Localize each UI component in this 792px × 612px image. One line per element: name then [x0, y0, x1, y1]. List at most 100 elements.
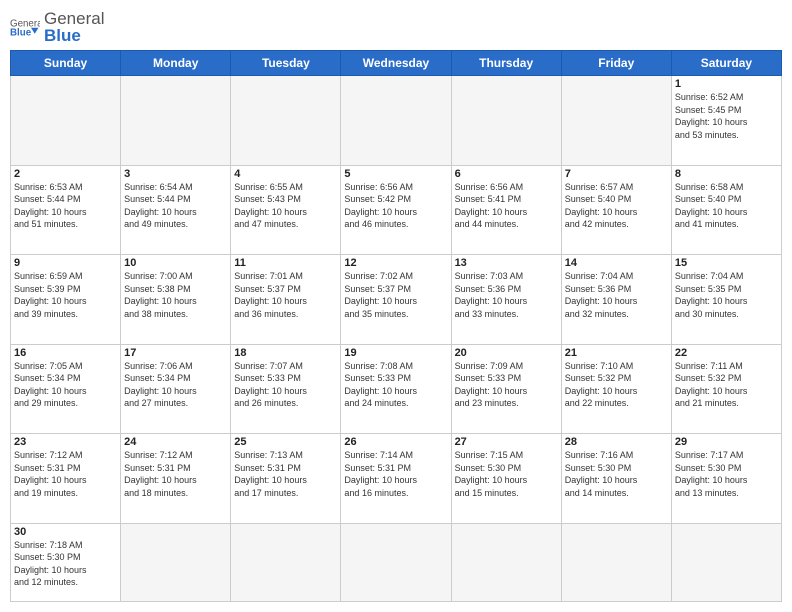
table-row: 1Sunrise: 6:52 AM Sunset: 5:45 PM Daylig…	[671, 76, 781, 166]
day-info: Sunrise: 6:54 AM Sunset: 5:44 PM Dayligh…	[124, 181, 227, 231]
table-row	[121, 523, 231, 602]
day-info: Sunrise: 6:58 AM Sunset: 5:40 PM Dayligh…	[675, 181, 778, 231]
table-row: 9Sunrise: 6:59 AM Sunset: 5:39 PM Daylig…	[11, 255, 121, 345]
day-info: Sunrise: 7:07 AM Sunset: 5:33 PM Dayligh…	[234, 360, 337, 410]
day-number: 26	[344, 436, 447, 448]
day-number: 21	[565, 347, 668, 359]
day-info: Sunrise: 7:02 AM Sunset: 5:37 PM Dayligh…	[344, 270, 447, 320]
table-row: 4Sunrise: 6:55 AM Sunset: 5:43 PM Daylig…	[231, 165, 341, 255]
day-number: 4	[234, 168, 337, 180]
day-info: Sunrise: 6:56 AM Sunset: 5:42 PM Dayligh…	[344, 181, 447, 231]
day-info: Sunrise: 7:18 AM Sunset: 5:30 PM Dayligh…	[14, 539, 117, 589]
generalblue-icon: General Blue	[10, 15, 40, 39]
header-friday: Friday	[561, 51, 671, 76]
table-row: 26Sunrise: 7:14 AM Sunset: 5:31 PM Dayli…	[341, 434, 451, 524]
day-info: Sunrise: 6:59 AM Sunset: 5:39 PM Dayligh…	[14, 270, 117, 320]
table-row: 27Sunrise: 7:15 AM Sunset: 5:30 PM Dayli…	[451, 434, 561, 524]
day-number: 3	[124, 168, 227, 180]
table-row: 2Sunrise: 6:53 AM Sunset: 5:44 PM Daylig…	[11, 165, 121, 255]
table-row	[671, 523, 781, 602]
day-number: 10	[124, 257, 227, 269]
header: General Blue General Blue	[10, 10, 782, 44]
table-row: 12Sunrise: 7:02 AM Sunset: 5:37 PM Dayli…	[341, 255, 451, 345]
day-number: 28	[565, 436, 668, 448]
table-row: 3Sunrise: 6:54 AM Sunset: 5:44 PM Daylig…	[121, 165, 231, 255]
day-info: Sunrise: 7:01 AM Sunset: 5:37 PM Dayligh…	[234, 270, 337, 320]
day-number: 5	[344, 168, 447, 180]
day-info: Sunrise: 7:10 AM Sunset: 5:32 PM Dayligh…	[565, 360, 668, 410]
day-number: 7	[565, 168, 668, 180]
day-number: 13	[455, 257, 558, 269]
day-info: Sunrise: 7:05 AM Sunset: 5:34 PM Dayligh…	[14, 360, 117, 410]
table-row	[341, 76, 451, 166]
table-row: 14Sunrise: 7:04 AM Sunset: 5:36 PM Dayli…	[561, 255, 671, 345]
day-info: Sunrise: 6:55 AM Sunset: 5:43 PM Dayligh…	[234, 181, 337, 231]
table-row	[231, 76, 341, 166]
day-info: Sunrise: 7:16 AM Sunset: 5:30 PM Dayligh…	[565, 449, 668, 499]
day-info: Sunrise: 7:09 AM Sunset: 5:33 PM Dayligh…	[455, 360, 558, 410]
weekday-header-row: Sunday Monday Tuesday Wednesday Thursday…	[11, 51, 782, 76]
svg-text:Blue: Blue	[10, 27, 32, 38]
table-row: 6Sunrise: 6:56 AM Sunset: 5:41 PM Daylig…	[451, 165, 561, 255]
table-row	[451, 76, 561, 166]
header-thursday: Thursday	[451, 51, 561, 76]
day-info: Sunrise: 7:14 AM Sunset: 5:31 PM Dayligh…	[344, 449, 447, 499]
header-saturday: Saturday	[671, 51, 781, 76]
day-number: 2	[14, 168, 117, 180]
table-row: 8Sunrise: 6:58 AM Sunset: 5:40 PM Daylig…	[671, 165, 781, 255]
day-number: 25	[234, 436, 337, 448]
day-number: 30	[14, 526, 117, 538]
day-number: 11	[234, 257, 337, 269]
day-info: Sunrise: 6:53 AM Sunset: 5:44 PM Dayligh…	[14, 181, 117, 231]
day-number: 27	[455, 436, 558, 448]
header-sunday: Sunday	[11, 51, 121, 76]
table-row: 28Sunrise: 7:16 AM Sunset: 5:30 PM Dayli…	[561, 434, 671, 524]
logo: General Blue General Blue	[10, 10, 104, 44]
day-info: Sunrise: 7:08 AM Sunset: 5:33 PM Dayligh…	[344, 360, 447, 410]
table-row: 5Sunrise: 6:56 AM Sunset: 5:42 PM Daylig…	[341, 165, 451, 255]
day-number: 19	[344, 347, 447, 359]
table-row	[341, 523, 451, 602]
table-row: 18Sunrise: 7:07 AM Sunset: 5:33 PM Dayli…	[231, 344, 341, 434]
table-row: 11Sunrise: 7:01 AM Sunset: 5:37 PM Dayli…	[231, 255, 341, 345]
table-row	[561, 523, 671, 602]
calendar-table: Sunday Monday Tuesday Wednesday Thursday…	[10, 50, 782, 602]
table-row: 13Sunrise: 7:03 AM Sunset: 5:36 PM Dayli…	[451, 255, 561, 345]
table-row: 21Sunrise: 7:10 AM Sunset: 5:32 PM Dayli…	[561, 344, 671, 434]
logo-wordmark: General Blue	[44, 10, 104, 44]
table-row	[121, 76, 231, 166]
day-info: Sunrise: 6:56 AM Sunset: 5:41 PM Dayligh…	[455, 181, 558, 231]
day-number: 16	[14, 347, 117, 359]
day-info: Sunrise: 7:15 AM Sunset: 5:30 PM Dayligh…	[455, 449, 558, 499]
day-info: Sunrise: 7:04 AM Sunset: 5:36 PM Dayligh…	[565, 270, 668, 320]
table-row: 16Sunrise: 7:05 AM Sunset: 5:34 PM Dayli…	[11, 344, 121, 434]
table-row	[561, 76, 671, 166]
day-info: Sunrise: 7:12 AM Sunset: 5:31 PM Dayligh…	[14, 449, 117, 499]
day-info: Sunrise: 7:00 AM Sunset: 5:38 PM Dayligh…	[124, 270, 227, 320]
day-info: Sunrise: 7:06 AM Sunset: 5:34 PM Dayligh…	[124, 360, 227, 410]
day-info: Sunrise: 7:13 AM Sunset: 5:31 PM Dayligh…	[234, 449, 337, 499]
day-number: 15	[675, 257, 778, 269]
day-info: Sunrise: 6:57 AM Sunset: 5:40 PM Dayligh…	[565, 181, 668, 231]
table-row: 20Sunrise: 7:09 AM Sunset: 5:33 PM Dayli…	[451, 344, 561, 434]
table-row	[231, 523, 341, 602]
day-info: Sunrise: 7:12 AM Sunset: 5:31 PM Dayligh…	[124, 449, 227, 499]
header-tuesday: Tuesday	[231, 51, 341, 76]
table-row: 10Sunrise: 7:00 AM Sunset: 5:38 PM Dayli…	[121, 255, 231, 345]
day-info: Sunrise: 7:04 AM Sunset: 5:35 PM Dayligh…	[675, 270, 778, 320]
day-number: 29	[675, 436, 778, 448]
header-wednesday: Wednesday	[341, 51, 451, 76]
table-row: 30Sunrise: 7:18 AM Sunset: 5:30 PM Dayli…	[11, 523, 121, 602]
day-number: 9	[14, 257, 117, 269]
calendar-page: General Blue General Blue Sunday Monday …	[0, 0, 792, 612]
day-number: 6	[455, 168, 558, 180]
day-number: 22	[675, 347, 778, 359]
day-number: 24	[124, 436, 227, 448]
day-number: 18	[234, 347, 337, 359]
table-row: 19Sunrise: 7:08 AM Sunset: 5:33 PM Dayli…	[341, 344, 451, 434]
table-row: 29Sunrise: 7:17 AM Sunset: 5:30 PM Dayli…	[671, 434, 781, 524]
table-row: 17Sunrise: 7:06 AM Sunset: 5:34 PM Dayli…	[121, 344, 231, 434]
table-row: 24Sunrise: 7:12 AM Sunset: 5:31 PM Dayli…	[121, 434, 231, 524]
day-number: 23	[14, 436, 117, 448]
day-number: 17	[124, 347, 227, 359]
